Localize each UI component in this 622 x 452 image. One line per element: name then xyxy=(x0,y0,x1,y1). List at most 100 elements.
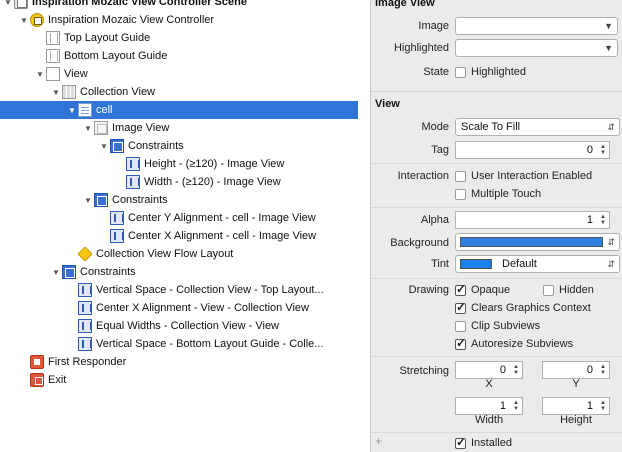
disclosure-triangle-icon[interactable]: ▼ xyxy=(18,11,30,29)
constraint-icon xyxy=(78,337,92,351)
tint-popup[interactable]: Default ⇵ xyxy=(455,255,620,273)
outline-constraint-center-x[interactable]: Center X Alignment - cell - Image View xyxy=(0,227,358,245)
opaque-label: Opaque xyxy=(471,284,511,296)
outline-constraint-center-y[interactable]: Center Y Alignment - cell - Image View xyxy=(0,209,358,227)
outline-item-label: Exit xyxy=(48,374,67,386)
autoresize-subviews-checkbox[interactable] xyxy=(455,336,466,350)
disclosure-triangle-icon[interactable]: ▼ xyxy=(82,191,94,209)
stretch-width-value: 1 xyxy=(499,400,506,412)
background-color-well[interactable]: ⇵ xyxy=(455,233,620,251)
tag-value: 0 xyxy=(586,144,593,156)
stretch-x-field[interactable]: 0 ▲ ▼ xyxy=(455,361,523,379)
layout-guide-icon xyxy=(46,31,60,45)
outline-exit[interactable]: Exit xyxy=(0,371,358,389)
stepper-icon[interactable]: ▲ ▼ xyxy=(511,398,521,414)
outline-view-constraints[interactable]: ▼ Constraints xyxy=(0,263,358,281)
outline-cell-constraints[interactable]: ▼ Constraints xyxy=(0,191,358,209)
stretching-label: Stretching xyxy=(399,365,449,377)
constraint-icon xyxy=(78,301,92,315)
up-down-arrows-icon: ⇵ xyxy=(607,237,615,247)
disclosure-triangle-icon[interactable]: ▼ xyxy=(2,0,14,11)
outline-item-label: Image View xyxy=(112,122,170,134)
outline-cell[interactable]: ▼ cell xyxy=(0,101,358,119)
outline-constraint-height[interactable]: Height - (≥120) - Image View xyxy=(0,155,358,173)
mode-popup-value: Scale To Fill xyxy=(461,121,521,133)
image-popup[interactable]: ▼ xyxy=(455,17,618,35)
highlighted-image-popup[interactable]: ▼ xyxy=(455,39,618,57)
outline-item-label: Inspiration Mozaic View Controller xyxy=(48,14,215,26)
flow-layout-icon xyxy=(77,246,93,262)
outline-item-label: Constraints xyxy=(128,140,184,152)
outline-view[interactable]: ▼ View xyxy=(0,65,358,83)
outline-constraint-width[interactable]: Width - (≥120) - Image View xyxy=(0,173,358,191)
state-highlighted-checkbox[interactable] xyxy=(455,67,466,78)
outline-flow-layout[interactable]: Collection View Flow Layout xyxy=(0,245,358,263)
outline-view-controller[interactable]: ▼ Inspiration Mozaic View Controller xyxy=(0,11,358,29)
multiple-touch-checkbox[interactable] xyxy=(455,189,466,200)
outline-item-label: First Responder xyxy=(48,356,127,368)
image-label: Image xyxy=(418,20,449,32)
outline-constraint-center-x-view[interactable]: Center X Alignment - View - Collection V… xyxy=(0,299,358,317)
hidden-checkbox[interactable] xyxy=(543,285,554,296)
outline-collection-view[interactable]: ▼ Collection View xyxy=(0,83,358,101)
alpha-field[interactable]: 1 ▲ ▼ xyxy=(455,211,610,229)
mode-popup[interactable]: Scale To Fill ⇵ xyxy=(455,118,620,136)
outline-divider[interactable] xyxy=(358,0,370,452)
section-divider xyxy=(371,163,622,164)
disclosure-triangle-icon[interactable]: ▼ xyxy=(50,83,62,101)
tag-field[interactable]: 0 ▲ ▼ xyxy=(455,141,610,159)
opaque-checkbox[interactable] xyxy=(455,282,466,296)
attributes-inspector: Image View Image ▼ Highlighted ▼ State H… xyxy=(370,0,622,452)
outline-constraint-vertical-bottom[interactable]: Vertical Space - Bottom Layout Guide - C… xyxy=(0,335,358,353)
outline-image-view-constraints[interactable]: ▼ Constraints xyxy=(0,137,358,155)
outline-top-layout-guide[interactable]: Top Layout Guide xyxy=(0,29,358,47)
section-divider xyxy=(371,207,622,208)
disclosure-triangle-icon[interactable]: ▼ xyxy=(50,263,62,281)
disclosure-triangle-icon[interactable]: ▼ xyxy=(98,137,110,155)
stepper-icon[interactable]: ▲ ▼ xyxy=(511,362,521,378)
stepper-icon[interactable]: ▲ ▼ xyxy=(598,398,608,414)
constraint-icon xyxy=(126,175,140,189)
add-variation-button[interactable]: + xyxy=(375,434,382,448)
stepper-icon[interactable]: ▲ ▼ xyxy=(598,212,608,228)
outline-scene[interactable]: ▼ Inspiration Mozaic View Controller Scen… xyxy=(0,0,358,11)
constraint-icon xyxy=(110,229,124,243)
outline-first-responder[interactable]: First Responder xyxy=(0,353,358,371)
outline-constraint-equal-widths[interactable]: Equal Widths - Collection View - View xyxy=(0,317,358,335)
stepper-icon[interactable]: ▲ ▼ xyxy=(598,362,608,378)
collection-view-icon xyxy=(62,85,76,99)
outline-item-label: Vertical Space - Bottom Layout Guide - C… xyxy=(96,338,324,350)
state-label: State xyxy=(423,66,449,78)
disclosure-triangle-icon[interactable]: ▼ xyxy=(82,119,94,137)
constraint-icon xyxy=(126,157,140,171)
stretch-width-field[interactable]: 1 ▲ ▼ xyxy=(455,397,523,415)
stepper-icon[interactable]: ▲ ▼ xyxy=(598,142,608,158)
clip-subviews-checkbox[interactable] xyxy=(455,321,466,332)
disclosure-triangle-icon[interactable]: ▼ xyxy=(34,65,46,83)
outline-bottom-layout-guide[interactable]: Bottom Layout Guide xyxy=(0,47,358,65)
section-divider xyxy=(371,356,622,357)
user-interaction-label: User Interaction Enabled xyxy=(471,170,593,182)
background-label: Background xyxy=(390,237,449,249)
installed-checkbox[interactable] xyxy=(455,435,466,449)
collection-cell-icon xyxy=(78,103,92,117)
outline-constraint-vertical-top[interactable]: Vertical Space - Collection View - Top L… xyxy=(0,281,358,299)
outline-item-label: Collection View xyxy=(80,86,156,98)
user-interaction-checkbox[interactable] xyxy=(455,171,466,182)
stretch-height-field[interactable]: 1 ▲ ▼ xyxy=(542,397,610,415)
stretch-y-field[interactable]: 0 ▲ ▼ xyxy=(542,361,610,379)
clears-graphics-checkbox[interactable] xyxy=(455,300,466,314)
disclosure-triangle-icon[interactable]: ▼ xyxy=(66,101,78,119)
outline-image-view[interactable]: ▼ Image View xyxy=(0,119,358,137)
mode-label: Mode xyxy=(421,121,449,133)
constraints-group-icon xyxy=(94,193,108,207)
section-divider xyxy=(371,432,622,433)
